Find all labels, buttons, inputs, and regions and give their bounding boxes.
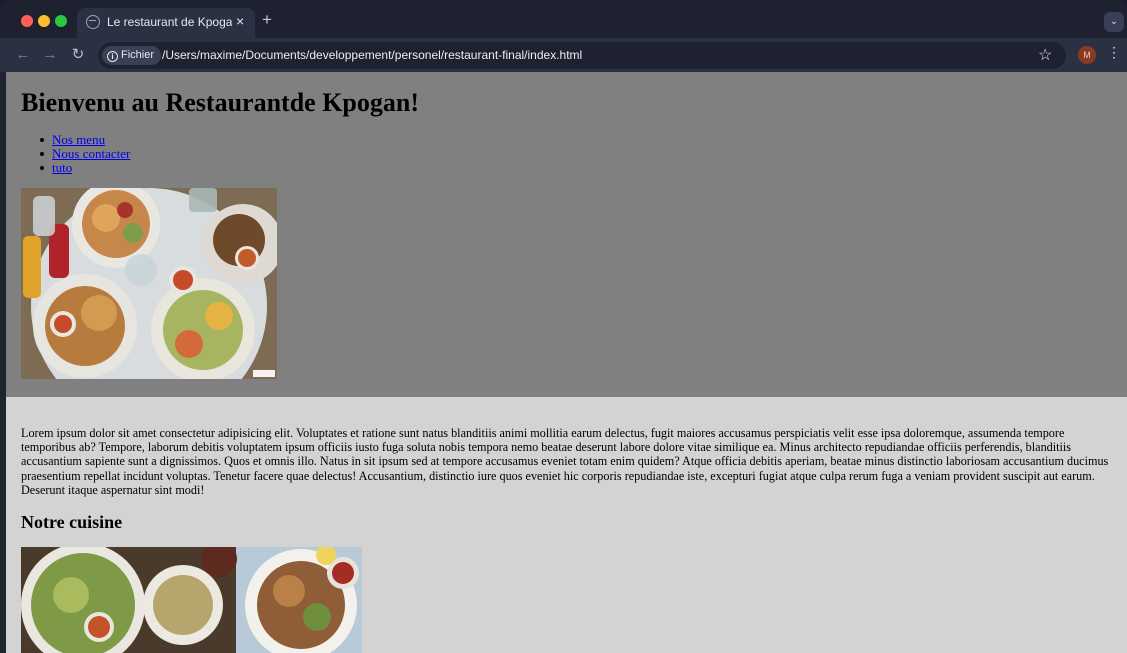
forward-button[interactable]: →: [40, 45, 60, 65]
nav-link-menu[interactable]: Nos menu: [52, 132, 105, 147]
url-text[interactable]: /Users/maxime/Documents/developpement/pe…: [162, 48, 582, 62]
minimize-window-button[interactable]: [38, 15, 50, 27]
nav-link-tuto[interactable]: tuto: [52, 160, 72, 175]
active-tab[interactable]: Le restaurant de Kpogan, un ×: [77, 8, 255, 38]
intro-paragraph: Lorem ipsum dolor sit amet consectetur a…: [21, 426, 1109, 497]
tab-title: Le restaurant de Kpogan, un: [107, 15, 232, 29]
site-info-chip[interactable]: i Fichier: [102, 46, 162, 65]
maximize-window-button[interactable]: [55, 15, 67, 27]
bookmark-star-icon[interactable]: ☆: [1038, 45, 1052, 65]
page-header: Bienvenu au Restaurantde Kpogan! Nos men…: [6, 72, 1127, 397]
close-window-button[interactable]: [21, 15, 33, 27]
nav-item-contact: Nous contacter: [39, 146, 130, 161]
browser-menu-icon[interactable]: ⋮: [1107, 44, 1121, 61]
address-bar[interactable]: i Fichier /Users/maxime/Documents/develop…: [98, 42, 1066, 69]
profile-avatar[interactable]: M: [1078, 46, 1096, 64]
browser-window: Le restaurant de Kpogan, un × + ⌄ ← → ↻ …: [0, 0, 1127, 653]
page-viewport: Bienvenu au Restaurantde Kpogan! Nos men…: [6, 72, 1127, 653]
browser-toolbar: ← → ↻ i Fichier /Users/maxime/Documents/d…: [0, 38, 1127, 72]
info-icon: i: [107, 51, 118, 62]
close-tab-icon[interactable]: ×: [236, 13, 244, 29]
new-tab-button[interactable]: +: [262, 10, 272, 30]
tab-strip: Le restaurant de Kpogan, un × + ⌄: [0, 0, 1127, 38]
section-heading: Notre cuisine: [21, 512, 123, 532]
nav-item-menu: Nos menu: [39, 132, 130, 147]
reload-button[interactable]: ↻: [68, 45, 88, 65]
main-nav: Nos menu Nous contacter tuto: [39, 132, 130, 175]
globe-icon: [86, 15, 100, 29]
page-title: Bienvenu au Restaurantde Kpogan!: [21, 88, 419, 117]
back-button[interactable]: ←: [13, 45, 33, 65]
food-photo-table: [21, 188, 277, 379]
nav-link-contact[interactable]: Nous contacter: [52, 146, 130, 161]
site-info-label: Fichier: [121, 49, 155, 61]
nav-item-tuto: tuto: [39, 160, 130, 175]
food-photo-cuisine: [21, 547, 362, 653]
tab-search-button[interactable]: ⌄: [1104, 12, 1124, 32]
